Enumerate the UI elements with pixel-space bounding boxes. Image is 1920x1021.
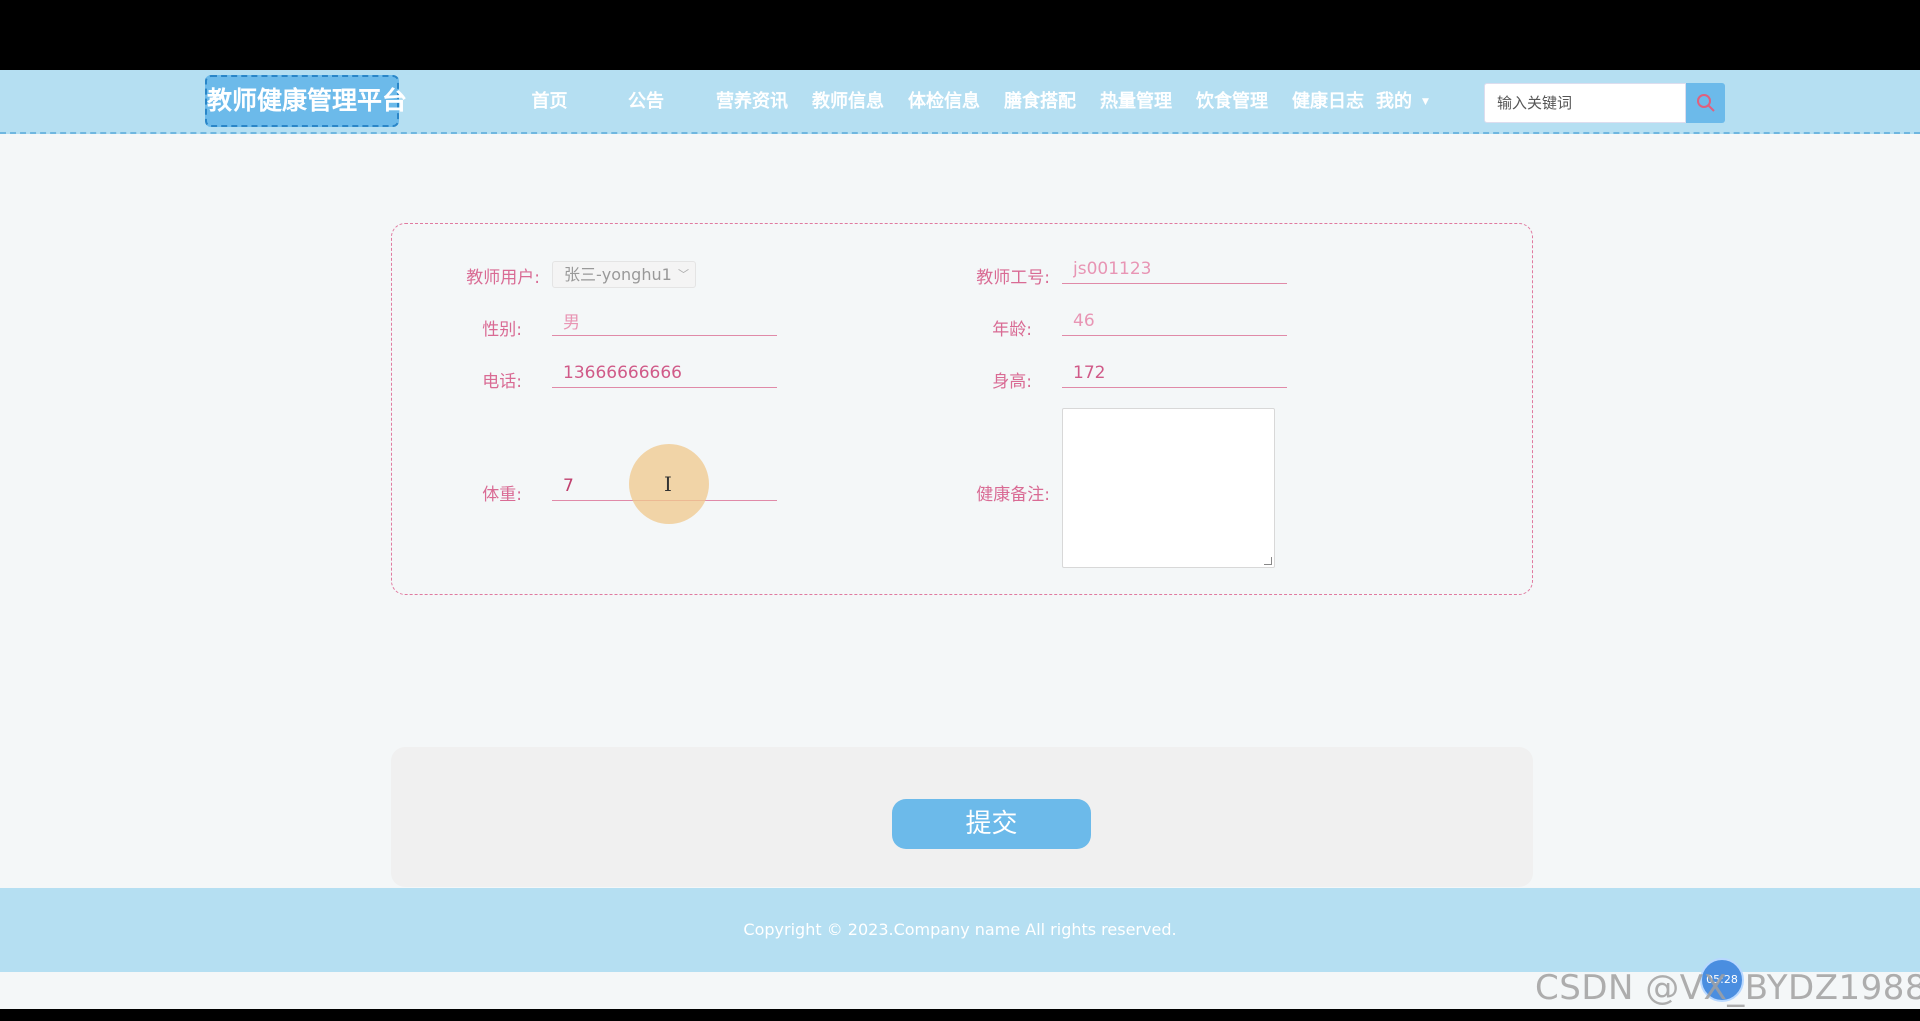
phone-field[interactable] [552,358,777,388]
text-cursor-icon: I [664,472,672,496]
teacher-user-label: 教师用户: [466,268,540,288]
search-input[interactable] [1484,83,1686,123]
nav-teacher-info[interactable]: 教师信息 [800,70,896,134]
copyright-text: Copyright © 2023.Company name All rights… [743,920,1177,939]
site-logo[interactable]: 教师健康管理平台 [205,75,407,127]
csdn-watermark: CSDN @VX_BYDZ1988 [1535,968,1920,1008]
nav-mine-label: 我的 [1376,91,1412,112]
gender-label: 性别: [482,320,522,340]
resize-grip-icon[interactable] [1264,557,1272,565]
gender-field[interactable] [552,306,777,336]
submit-button[interactable]: 提交 [892,799,1091,849]
phone-label: 电话: [482,372,522,392]
nav-home[interactable]: 首页 [511,70,588,134]
main-nav: 首页 公告 营养资讯 教师信息 体检信息 膳食搭配 热量管理 饮食管理 健康日志… [511,70,1456,134]
teacher-id-label: 教师工号: [976,268,1050,288]
teacher-id-field[interactable] [1062,254,1287,284]
age-field[interactable] [1062,306,1287,336]
nav-mine-dropdown[interactable]: 我的 ▼ [1376,70,1456,134]
nav-diet-plan[interactable]: 膳食搭配 [992,70,1088,134]
notes-label: 健康备注: [976,485,1050,505]
teacher-user-select[interactable]: 张三-yonghu1 ﹀ [552,261,696,288]
chevron-down-icon: ﹀ [678,268,689,281]
teacher-user-value: 张三-yonghu1 [564,265,672,284]
health-notes-textarea[interactable] [1062,408,1275,568]
nav-calorie[interactable]: 热量管理 [1088,70,1184,134]
search-button[interactable] [1686,83,1725,123]
page: 教师健康管理平台 首页 公告 营养资讯 教师信息 体检信息 膳食搭配 热量管理 … [0,70,1920,1009]
height-label: 身高: [992,372,1032,392]
weight-label: 体重: [482,485,522,505]
nav-checkup[interactable]: 体检信息 [896,70,992,134]
footer: Copyright © 2023.Company name All rights… [0,888,1920,972]
top-nav-bar: 教师健康管理平台 首页 公告 营养资讯 教师信息 体检信息 膳食搭配 热量管理 … [0,70,1920,134]
search-icon [1696,94,1715,112]
nav-diet-manage[interactable]: 饮食管理 [1184,70,1280,134]
nav-notice[interactable]: 公告 [588,70,704,134]
nav-health-log[interactable]: 健康日志 [1280,70,1376,134]
age-label: 年龄: [992,320,1032,340]
nav-nutrition[interactable]: 营养资讯 [704,70,800,134]
caret-down-icon: ▼ [1422,97,1429,107]
height-field[interactable] [1062,358,1287,388]
